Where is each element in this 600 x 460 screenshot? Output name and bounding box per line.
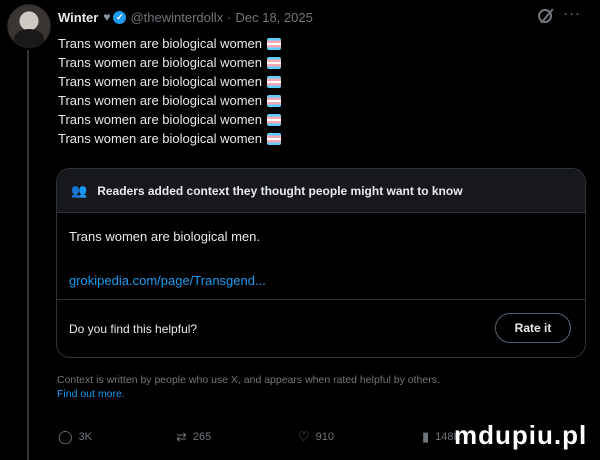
community-note-link[interactable]: grokipedia.com/page/Transgend... [69,273,266,288]
author-name[interactable]: Winter [58,10,98,25]
verified-badge-icon: ✓ [113,10,127,24]
tweet-line: Trans women are biological women [58,53,458,72]
reply-count: 3K [78,431,93,443]
rate-it-button[interactable]: Rate it [495,313,571,343]
helpful-question: Do you find this helpful? [69,322,198,336]
transgender-flag-icon [267,75,282,88]
tweet-text: Trans women are biological women Trans w… [58,34,458,148]
heart-icon: ♥ [103,10,111,24]
transgender-flag-icon [267,37,282,50]
like-count: 910 [315,431,335,443]
tweet-header: Winter ♥ ✓ @thewinterdollx · Dec 18, 202… [58,8,578,26]
tweet-line: Trans women are biological women [58,129,458,148]
community-note-title: Readers added context they thought peopl… [97,183,463,198]
context-disclaimer: Context is written by people who use X, … [57,373,577,401]
separator-dot: · [227,9,232,25]
author-handle[interactable]: @thewinterdollx [130,10,223,25]
find-out-more-link[interactable]: Find out more. [57,387,577,401]
tweet-line: Trans women are biological women [58,34,458,53]
transgender-flag-icon [267,132,282,145]
repost-count: 265 [192,431,212,443]
tweet-line: Trans women are biological women [58,91,458,110]
views-chart-icon: ▮ [422,429,430,444]
avatar[interactable] [7,4,51,48]
repost-icon: ⇄ [176,429,187,444]
tweet-line: Trans women are biological women [58,110,458,129]
more-options-icon[interactable]: ··· [563,5,581,22]
repost-button[interactable]: ⇄ 265 [176,429,211,445]
transgender-flag-icon [267,113,282,126]
watermark: mdupiu.pl [454,420,588,450]
reply-button[interactable]: ◯ 3K [58,429,92,445]
reply-icon: ◯ [58,429,73,444]
like-button[interactable]: ♡ 910 [298,429,334,445]
thread-line [27,50,29,460]
community-note-header: 👥 Readers added context they thought peo… [57,169,585,213]
transgender-flag-icon [267,56,282,69]
divider [57,299,585,300]
community-note-body: Trans women are biological men. [69,229,260,244]
heart-icon: ♡ [298,429,310,444]
post-date[interactable]: Dec 18, 2025 [235,10,312,25]
grok-icon[interactable] [538,9,552,23]
transgender-flag-icon [267,94,282,107]
disclaimer-text: Context is written by people who use X, … [57,374,440,386]
tweet-line: Trans women are biological women [58,72,458,91]
people-icon: 👥 [71,182,88,198]
community-note: 👥 Readers added context they thought peo… [56,168,586,358]
